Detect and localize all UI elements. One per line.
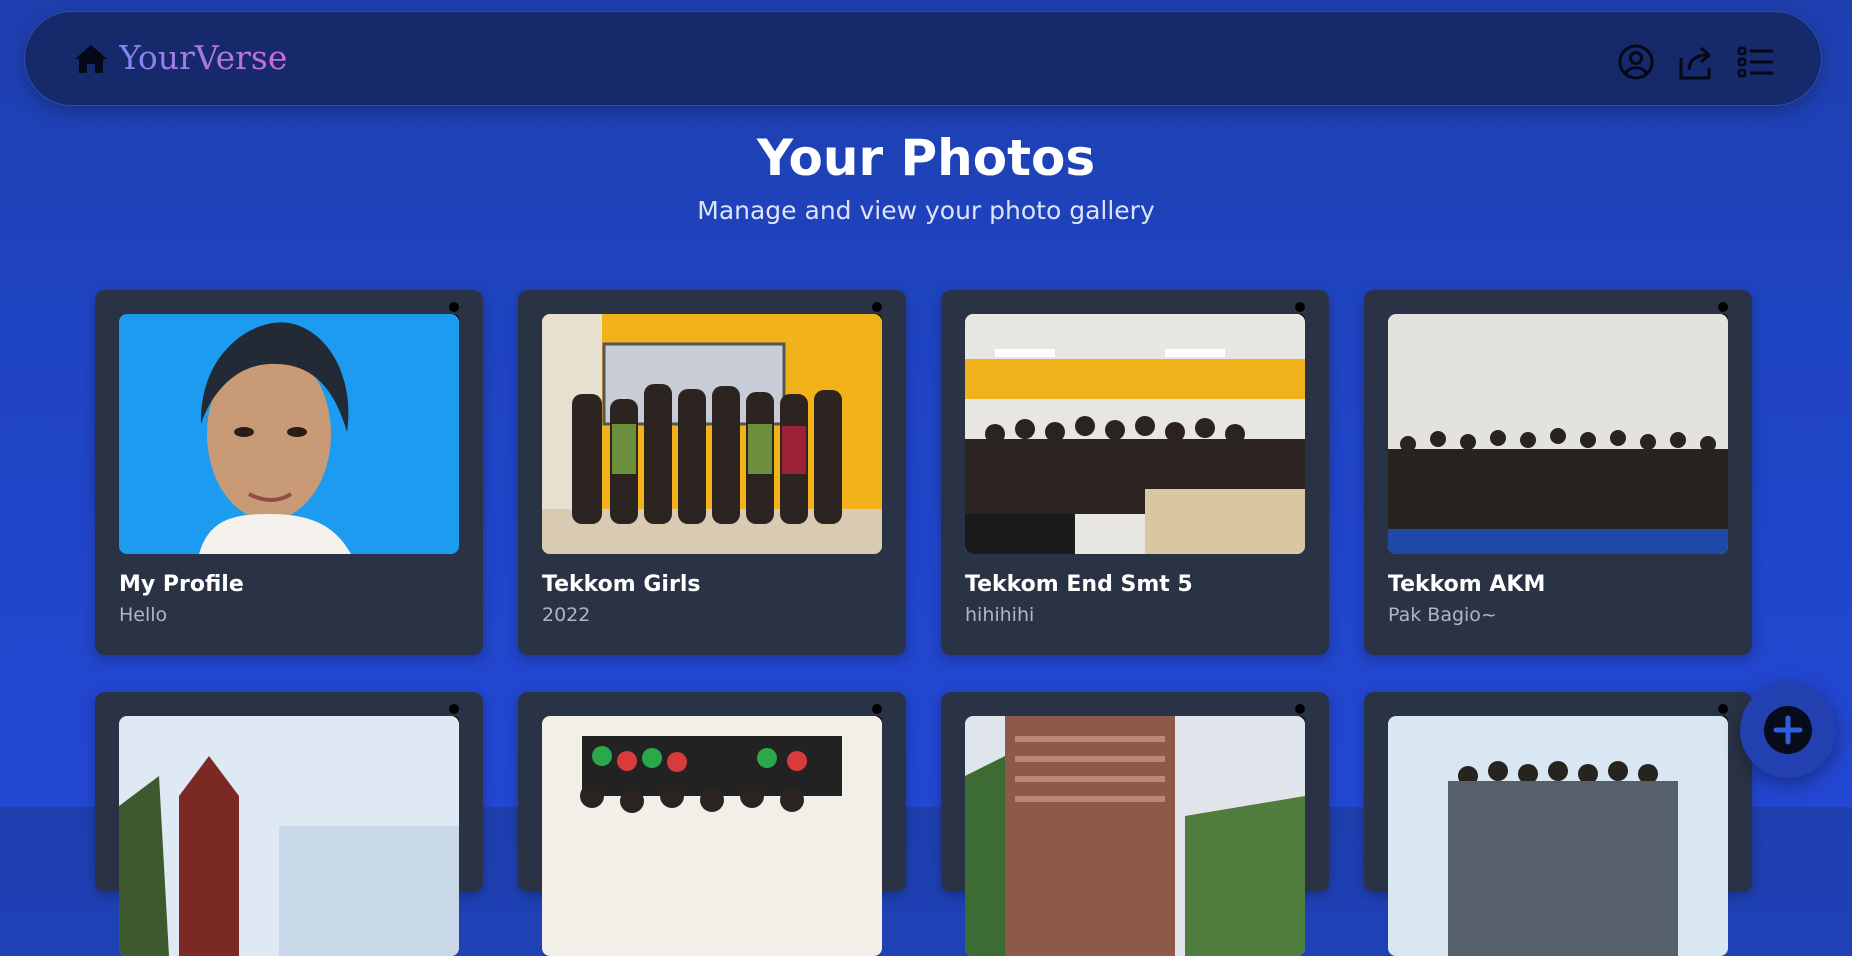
- share-icon: [1679, 46, 1711, 80]
- photo-caption: Hello: [119, 604, 168, 626]
- page-subtitle: Manage and view your photo gallery: [697, 196, 1155, 225]
- brand-logo[interactable]: YourVerse: [119, 38, 287, 78]
- photo-card[interactable]: My Profile Hello: [95, 290, 483, 655]
- photo-thumbnail[interactable]: [542, 716, 882, 956]
- photo-card[interactable]: Tekkom End Smt 5 hihihihi: [941, 290, 1329, 655]
- user-profile-button[interactable]: [1615, 42, 1657, 82]
- photo-title: Tekkom AKM: [1388, 572, 1546, 597]
- photo-title: Tekkom Girls: [542, 572, 701, 597]
- photo-thumbnail[interactable]: [119, 314, 459, 554]
- photo-thumbnail[interactable]: [542, 314, 882, 554]
- photo-title: Tekkom End Smt 5: [965, 572, 1193, 597]
- photo-thumbnail[interactable]: [965, 716, 1305, 956]
- photo-card[interactable]: Tekkom Girls 2022: [518, 290, 906, 655]
- photo-card[interactable]: [95, 692, 483, 956]
- list-menu-button[interactable]: [1735, 42, 1777, 82]
- photo-caption: Pak Bagio~: [1388, 604, 1497, 626]
- navbar: YourVerse: [24, 11, 1822, 106]
- photo-thumbnail[interactable]: [1388, 314, 1728, 554]
- photo-title: My Profile: [119, 572, 244, 597]
- plus-icon: [1764, 706, 1812, 754]
- share-button[interactable]: [1675, 42, 1717, 82]
- photo-thumbnail[interactable]: [1388, 716, 1728, 956]
- user-circle-icon: [1618, 44, 1654, 80]
- photo-card[interactable]: [941, 692, 1329, 956]
- photo-card[interactable]: Tekkom AKM Pak Bagio~: [1364, 290, 1752, 655]
- photo-card[interactable]: [1364, 692, 1752, 956]
- home-icon[interactable]: [73, 43, 109, 75]
- photo-thumbnail[interactable]: [965, 314, 1305, 554]
- add-photo-button[interactable]: [1740, 682, 1836, 778]
- photo-caption: 2022: [542, 604, 591, 626]
- photo-card[interactable]: [518, 692, 906, 956]
- photo-caption: hihihihi: [965, 604, 1035, 626]
- photo-thumbnail[interactable]: [119, 716, 459, 956]
- page-title: Your Photos: [756, 129, 1096, 187]
- list-icon: [1737, 46, 1773, 78]
